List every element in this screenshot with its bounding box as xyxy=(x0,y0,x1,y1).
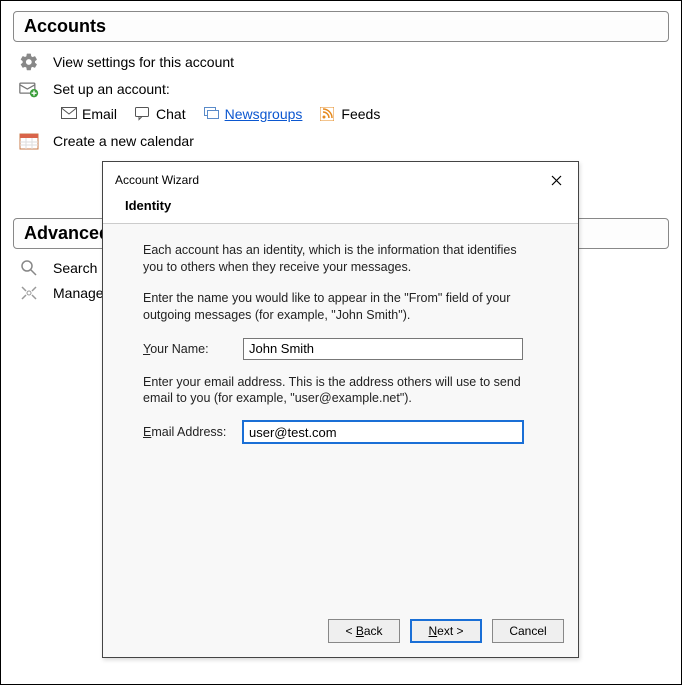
dialog-title: Account Wizard xyxy=(115,173,199,187)
envelope-icon xyxy=(61,107,77,121)
email-address-input[interactable] xyxy=(243,421,523,443)
create-calendar-row[interactable]: Create a new calendar xyxy=(17,132,669,150)
setup-chat-label: Chat xyxy=(156,106,186,122)
your-name-input[interactable] xyxy=(243,338,523,360)
add-account-icon xyxy=(17,80,41,98)
setup-account-row: Set up an account: xyxy=(17,80,669,98)
create-calendar-label: Create a new calendar xyxy=(53,133,194,149)
gear-icon xyxy=(17,52,41,72)
newsgroup-icon xyxy=(204,107,220,121)
dialog-intro-text: Each account has an identity, which is t… xyxy=(143,242,523,276)
setup-feeds[interactable]: Feeds xyxy=(320,106,380,122)
setup-email[interactable]: Email xyxy=(61,106,117,122)
account-wizard-dialog: Account Wizard Identity Each account has… xyxy=(102,161,579,658)
chat-icon xyxy=(135,107,151,121)
view-settings-label: View settings for this account xyxy=(53,54,234,70)
filters-icon xyxy=(17,285,41,301)
dialog-email-prompt: Enter your email address. This is the ad… xyxy=(143,374,523,408)
your-name-label: Your Name: xyxy=(143,342,243,356)
setup-account-label: Set up an account: xyxy=(53,81,170,97)
calendar-icon xyxy=(17,132,41,150)
accounts-section-header: Accounts xyxy=(13,11,669,42)
search-icon xyxy=(17,259,41,277)
view-settings-row[interactable]: View settings for this account xyxy=(17,52,669,72)
setup-email-label: Email xyxy=(82,106,117,122)
cancel-button[interactable]: Cancel xyxy=(492,619,564,643)
dialog-name-prompt: Enter the name you would like to appear … xyxy=(143,290,523,324)
setup-chat[interactable]: Chat xyxy=(135,106,186,122)
rss-icon xyxy=(320,107,336,121)
next-button[interactable]: Next > xyxy=(410,619,482,643)
dialog-subtitle: Identity xyxy=(103,196,578,224)
email-address-label: Email Address: xyxy=(143,425,243,439)
back-button[interactable]: < Back xyxy=(328,619,400,643)
setup-feeds-label: Feeds xyxy=(341,106,380,122)
setup-newsgroups-label: Newsgroups xyxy=(225,106,303,122)
close-icon[interactable] xyxy=(544,168,568,192)
setup-newsgroups[interactable]: Newsgroups xyxy=(204,106,303,122)
